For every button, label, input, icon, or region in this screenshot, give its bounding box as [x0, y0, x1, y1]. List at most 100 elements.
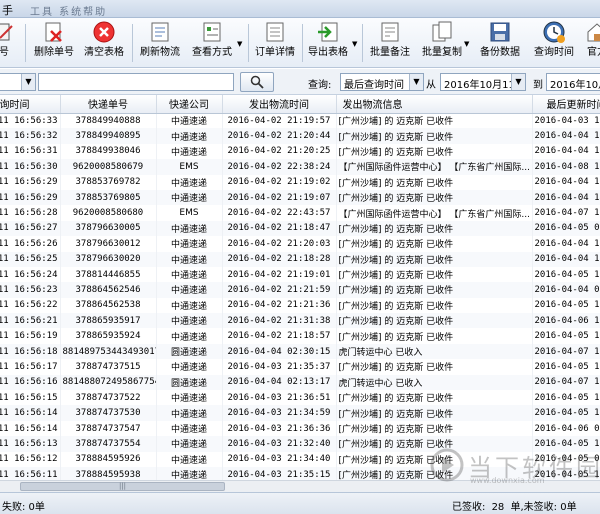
column-ship-time[interactable]: 发出物流时间 — [222, 95, 337, 114]
refresh-icon — [151, 22, 169, 42]
view-mode-dropdown-icon[interactable]: ▼ — [237, 40, 242, 48]
table-cell: 378796630005 — [60, 220, 157, 237]
table-cell: 2016-04-02 21:18:57 — [222, 328, 337, 344]
search-bar: ▼ 查询: 最后查询时间 ▼ 从 2016年10月11日 ▼ 到 2016年10… — [0, 69, 600, 95]
table-row[interactable]: -11 16:56:14378874737547中通速递2016-04-03 2… — [0, 420, 600, 437]
table-cell: 378874737522 — [60, 390, 157, 406]
table-cell: 中通速递 — [156, 466, 223, 480]
table-cell: [广州沙埔] 的 迈克斯 已收件 — [336, 174, 533, 190]
table-cell: 378864562538 — [60, 297, 157, 314]
search-icon — [250, 75, 264, 89]
table-cell: 中通速递 — [156, 390, 223, 406]
table-row[interactable]: -11 16:56:27378796630005中通速递2016-04-02 2… — [0, 220, 600, 237]
batch-copy-button[interactable]: 批量复制 — [420, 20, 464, 66]
table-cell: [广州沙埔] 的 迈克斯 已收件 — [336, 328, 533, 344]
table-cell: 中通速递 — [156, 359, 223, 375]
export-table-button[interactable]: 导出表格 — [306, 20, 350, 66]
table-cell: 2016-04-05 09:35 — [532, 220, 600, 237]
table-cell: 2016-04-04 17:45 — [532, 143, 600, 160]
batch-note-button[interactable]: 批量备注 — [368, 20, 412, 66]
table-row[interactable]: -11 16:56:22378864562538中通速递2016-04-02 2… — [0, 297, 600, 314]
table-row[interactable]: -11 16:56:18881489753443493017圆通速递2016-0… — [0, 343, 600, 360]
table-cell: 378865935917 — [60, 313, 157, 329]
table-row[interactable]: -11 16:56:29378853769782中通速递2016-04-02 2… — [0, 174, 600, 190]
table-cell: 378853769805 — [60, 189, 157, 206]
status-bar: 失败: 0单 已签收: 28 单,未签收: 0单 — [0, 492, 600, 514]
table-cell: 378865935924 — [60, 328, 157, 344]
table-cell: -11 16:56:28 — [0, 205, 61, 221]
table-row[interactable]: -11 16:56:26378796630012中通速递2016-04-02 2… — [0, 236, 600, 252]
table-row[interactable]: -11 16:56:33378849940888中通速递2016-04-02 2… — [0, 113, 600, 129]
table-cell: -11 16:56:23 — [0, 282, 61, 298]
table-row[interactable]: -11 16:56:17378874737515中通速递2016-04-03 2… — [0, 359, 600, 375]
clear-icon — [93, 21, 115, 43]
table-cell: 2016-04-02 21:20:25 — [222, 143, 337, 160]
order-detail-button[interactable]: 订单详情 — [253, 20, 297, 66]
clock-icon — [543, 21, 565, 43]
edit-button[interactable]: 号 — [0, 20, 16, 66]
table-cell: 2016-04-04 02:13:17 — [222, 374, 337, 391]
export-dropdown-icon[interactable]: ▼ — [352, 40, 357, 48]
table-cell: 圆通速递 — [156, 374, 223, 391]
table-row[interactable]: -11 16:56:289620008580680EMS2016-04-02 2… — [0, 205, 600, 221]
table-row[interactable]: -11 16:56:14378874737530中通速递2016-04-03 2… — [0, 405, 600, 421]
table-cell: 2016-04-05 12:01 — [532, 328, 600, 344]
view-mode-button[interactable]: 查看方式 — [190, 20, 234, 66]
shipment-table: 询时间 快递单号 快递公司 发出物流时间 发出物流信息 最后更新时间 -11 1… — [0, 95, 600, 480]
table-row[interactable]: -11 16:56:23378864562546中通速递2016-04-02 2… — [0, 282, 600, 298]
table-cell: 2016-04-02 21:18:28 — [222, 251, 337, 267]
table-cell: 2016-04-02 21:20:44 — [222, 128, 337, 144]
table-row[interactable]: -11 16:56:21378865935917中通速递2016-04-02 2… — [0, 313, 600, 329]
table-cell: [广州沙埔] 的 迈克斯 已收件 — [336, 266, 533, 283]
table-cell: 中通速递 — [156, 236, 223, 252]
table-row[interactable]: -11 16:56:25378796630020中通速递2016-04-02 2… — [0, 251, 600, 267]
table-cell: 中通速递 — [156, 128, 223, 144]
column-tracking-number[interactable]: 快递单号 — [60, 95, 157, 114]
filter-select[interactable]: ▼ — [0, 73, 36, 91]
table-cell: 中通速递 — [156, 420, 223, 437]
refresh-logistics-button[interactable]: 刷新物流 — [138, 20, 182, 66]
table-cell: 378874737530 — [60, 405, 157, 421]
column-courier[interactable]: 快递公司 — [156, 95, 223, 114]
table-cell: -11 16:56:18 — [0, 343, 61, 360]
edit-icon — [0, 23, 13, 41]
table-cell: 2016-04-02 21:19:01 — [222, 266, 337, 283]
scrollbar-thumb[interactable]: ||| — [20, 482, 225, 491]
table-cell: [广州沙埔] 的 迈克斯 已收件 — [336, 236, 533, 252]
clear-table-button[interactable]: 清空表格 — [82, 20, 126, 66]
table-row[interactable]: -11 16:56:24378814446855中通速递2016-04-02 2… — [0, 266, 600, 283]
table-row[interactable]: -11 16:56:19378865935924中通速递2016-04-02 2… — [0, 328, 600, 344]
table-cell: 2016-04-02 21:19:57 — [222, 113, 337, 129]
export-icon — [318, 22, 338, 42]
column-ship-info[interactable]: 发出物流信息 — [336, 95, 533, 114]
to-date-picker[interactable]: 2016年10月11日 — [546, 73, 600, 91]
table-cell: 9620008580680 — [60, 205, 157, 221]
table-cell: -11 16:56:12 — [0, 451, 61, 467]
backup-data-button[interactable]: 备份数据 — [478, 20, 522, 66]
search-button[interactable] — [240, 72, 274, 92]
table-row[interactable]: -11 16:56:309620008580679EMS2016-04-02 2… — [0, 159, 600, 175]
column-query-time[interactable]: 询时间 — [0, 95, 61, 114]
delete-number-button[interactable]: 删除单号 — [30, 20, 78, 66]
table-cell: 中通速递 — [156, 143, 223, 160]
table-cell: 虎门转运中心 已收入 — [336, 343, 533, 360]
official-site-button[interactable]: 官方 — [582, 20, 600, 66]
table-row[interactable]: -11 16:56:32378849940895中通速递2016-04-02 2… — [0, 128, 600, 144]
column-last-update[interactable]: 最后更新时间 — [532, 95, 600, 114]
from-date-picker[interactable]: 2016年10月11日 ▼ — [440, 73, 526, 91]
table-row[interactable]: -11 16:56:15378874737522中通速递2016-04-03 2… — [0, 390, 600, 406]
table-row[interactable]: -11 16:56:31378849938046中通速递2016-04-02 2… — [0, 143, 600, 160]
batch-copy-dropdown-icon[interactable]: ▼ — [464, 40, 469, 48]
table-cell: EMS — [156, 159, 223, 175]
table-cell: 2016-04-02 21:18:47 — [222, 220, 337, 237]
table-row[interactable]: -11 16:56:16881488072495867754圆通速递2016-0… — [0, 374, 600, 391]
menu-bar[interactable]: 工具 系统帮助 — [30, 3, 107, 18]
batch-note-icon — [381, 22, 399, 42]
query-time-button[interactable]: 查询时间 — [532, 20, 576, 66]
search-input[interactable] — [38, 73, 234, 91]
table-row[interactable]: -11 16:56:29378853769805中通速递2016-04-02 2… — [0, 189, 600, 206]
table-cell: 中通速递 — [156, 282, 223, 298]
query-mode-select[interactable]: 最后查询时间 ▼ — [340, 73, 424, 91]
table-cell: 2016-04-07 18:25 — [532, 374, 600, 391]
order-detail-icon — [266, 22, 284, 42]
